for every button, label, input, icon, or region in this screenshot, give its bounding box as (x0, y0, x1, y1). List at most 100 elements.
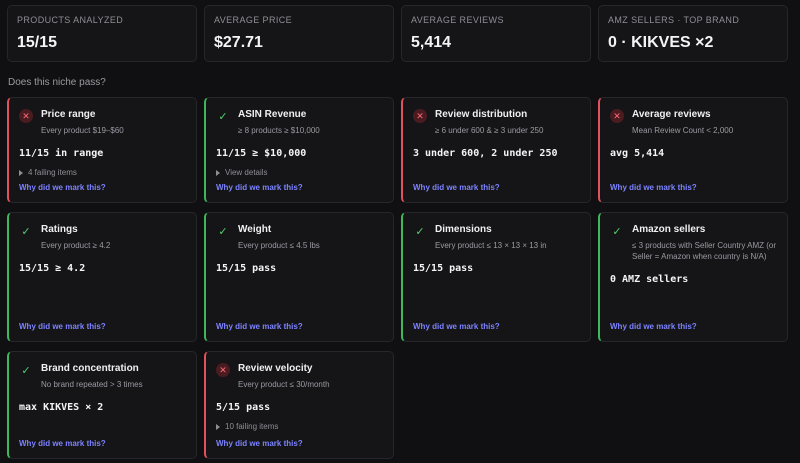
details-toggle-label: 10 failing items (225, 422, 279, 431)
card-texts: Brand concentration No brand repeated > 3… (41, 362, 143, 390)
card-title: Review velocity (238, 363, 313, 374)
card-criterion: Every product ≤ 30/month (238, 380, 330, 389)
card-title: Price range (41, 109, 96, 120)
card-header: ✓ ASIN Revenue ≥ 8 products ≥ $10,000 (216, 108, 383, 136)
details-toggle-label: 4 failing items (28, 168, 77, 177)
criteria-card-ratings: ✓ Ratings Every product ≥ 4.2 15/15 ≥ 4.2 Wh… (7, 212, 197, 342)
stat-label: PRODUCTS ANALYZED (17, 15, 124, 25)
card-result: 3 under 600, 2 under 250 (413, 148, 558, 159)
card-result: 5/15 pass (216, 402, 271, 413)
card-criterion: Every product ≥ 4.2 (41, 241, 111, 250)
stat-average-price: AVERAGE PRICE $27.71 (204, 5, 394, 62)
card-result: max KIKVES × 2 (19, 402, 104, 413)
why-marked-link[interactable]: Why did we mark this? (413, 322, 500, 331)
card-texts: Price range Every product $19–$60 (41, 108, 124, 136)
details-toggle[interactable]: 4 failing items (19, 168, 186, 177)
card-title: Review distribution (435, 109, 528, 120)
stat-label: AVERAGE PRICE (214, 15, 293, 25)
card-header: ✓ Weight Every product ≤ 4.5 lbs (216, 223, 383, 251)
card-texts: Average reviews Mean Review Count < 2,000 (632, 108, 733, 136)
criteria-grid: ✕ Price range Every product $19–$60 11/15 i… (7, 97, 788, 459)
card-header: ✓ Brand concentration No brand repeated > … (19, 362, 186, 390)
stat-value: $27.71 (214, 34, 263, 51)
criteria-card-asin-revenue: ✓ ASIN Revenue ≥ 8 products ≥ $10,000 11/15… (204, 97, 394, 203)
criteria-card-brand-concentration: ✓ Brand concentration No brand repeated > … (7, 351, 197, 459)
why-marked-link[interactable]: Why did we mark this? (413, 183, 500, 192)
card-texts: ASIN Revenue ≥ 8 products ≥ $10,000 (238, 108, 320, 136)
card-header: ✓ Ratings Every product ≥ 4.2 (19, 223, 186, 251)
card-texts: Dimensions Every product ≤ 13 × 13 × 13 i… (435, 223, 547, 251)
details-toggle[interactable]: View details (216, 168, 383, 177)
card-texts: Review velocity Every product ≤ 30/month (238, 362, 330, 390)
card-result: 15/15 pass (216, 263, 277, 274)
card-result: avg 5,414 (610, 148, 665, 159)
cross-icon: ✕ (19, 109, 33, 123)
criteria-card-price-range: ✕ Price range Every product $19–$60 11/15 i… (7, 97, 197, 203)
criteria-card-dimensions: ✓ Dimensions Every product ≤ 13 × 13 × 13 … (401, 212, 591, 342)
check-icon: ✓ (21, 225, 31, 238)
card-criterion: ≤ 3 products with Seller Country AMZ (or… (632, 241, 776, 261)
card-criterion: Every product $19–$60 (41, 126, 124, 135)
card-result: 11/15 in range (19, 148, 104, 159)
card-header: ✕ Average reviews Mean Review Count < 2,00… (610, 108, 777, 136)
card-texts: Review distribution ≥ 6 under 600 & ≥ 3 u… (435, 108, 543, 136)
card-result: 0 AMZ sellers (610, 274, 689, 285)
criteria-card-amazon-sellers: ✓ Amazon sellers ≤ 3 products with Seller … (598, 212, 788, 342)
card-criterion: Every product ≤ 4.5 lbs (238, 241, 320, 250)
why-marked-link[interactable]: Why did we mark this? (610, 183, 697, 192)
card-title: Average reviews (632, 109, 711, 120)
check-icon: ✓ (21, 364, 31, 377)
stat-value: 15/15 (17, 34, 58, 51)
card-header: ✓ Amazon sellers ≤ 3 products with Seller … (610, 223, 777, 262)
card-texts: Amazon sellers ≤ 3 products with Seller C… (632, 223, 777, 262)
card-header: ✕ Price range Every product $19–$60 (19, 108, 186, 136)
why-marked-link[interactable]: Why did we mark this? (19, 183, 106, 192)
stat-label: AVERAGE REVIEWS (411, 15, 504, 25)
details-toggle[interactable]: 10 failing items (216, 422, 383, 431)
why-marked-link[interactable]: Why did we mark this? (19, 439, 106, 448)
cross-icon: ✕ (610, 109, 624, 123)
card-result: 11/15 ≥ $10,000 (216, 148, 307, 159)
stat-amz-sellers-top-brand: AMZ SELLERS · TOP BRAND 0 · KIKVES ×2 (598, 5, 788, 62)
stat-value: 0 · KIKVES ×2 (608, 34, 714, 51)
check-icon: ✓ (612, 225, 622, 238)
why-marked-link[interactable]: Why did we mark this? (216, 322, 303, 331)
stat-value: 5,414 (411, 34, 452, 51)
check-icon: ✓ (218, 110, 228, 123)
caret-right-icon (19, 169, 23, 176)
card-header: ✕ Review velocity Every product ≤ 30/month (216, 362, 383, 390)
caret-right-icon (216, 423, 220, 430)
card-texts: Ratings Every product ≥ 4.2 (41, 223, 110, 251)
criteria-card-review-velocity: ✕ Review velocity Every product ≤ 30/month… (204, 351, 394, 459)
card-header: ✓ Dimensions Every product ≤ 13 × 13 × 13 … (413, 223, 580, 251)
section-title: Does this niche pass? (8, 77, 106, 88)
card-result: 15/15 pass (413, 263, 474, 274)
check-icon: ✓ (218, 225, 228, 238)
summary-stats: PRODUCTS ANALYZED 15/15 AVERAGE PRICE $2… (7, 5, 788, 62)
check-icon: ✓ (415, 225, 425, 238)
card-title: Dimensions (435, 224, 492, 235)
card-title: Weight (238, 224, 272, 235)
card-criterion: Every product ≤ 13 × 13 × 13 in (435, 241, 547, 250)
why-marked-link[interactable]: Why did we mark this? (216, 183, 303, 192)
cross-icon: ✕ (413, 109, 427, 123)
caret-right-icon (216, 169, 220, 176)
why-marked-link[interactable]: Why did we mark this? (19, 322, 106, 331)
cross-icon: ✕ (216, 363, 230, 377)
card-title: Ratings (41, 224, 78, 235)
card-criterion: Mean Review Count < 2,000 (632, 126, 734, 135)
card-title: Brand concentration (41, 363, 139, 374)
criteria-card-average-reviews: ✕ Average reviews Mean Review Count < 2,00… (598, 97, 788, 203)
details-toggle-label: View details (225, 168, 268, 177)
card-texts: Weight Every product ≤ 4.5 lbs (238, 223, 320, 251)
why-marked-link[interactable]: Why did we mark this? (216, 439, 303, 448)
stat-average-reviews: AVERAGE REVIEWS 5,414 (401, 5, 591, 62)
card-criterion: ≥ 8 products ≥ $10,000 (238, 126, 320, 135)
criteria-card-weight: ✓ Weight Every product ≤ 4.5 lbs 15/15 pass… (204, 212, 394, 342)
card-result: 15/15 ≥ 4.2 (19, 263, 86, 274)
why-marked-link[interactable]: Why did we mark this? (610, 322, 697, 331)
card-title: Amazon sellers (632, 224, 706, 235)
card-criterion: No brand repeated > 3 times (41, 380, 143, 389)
card-header: ✕ Review distribution ≥ 6 under 600 & ≥ 3 … (413, 108, 580, 136)
criteria-card-review-distribution: ✕ Review distribution ≥ 6 under 600 & ≥ 3 … (401, 97, 591, 203)
